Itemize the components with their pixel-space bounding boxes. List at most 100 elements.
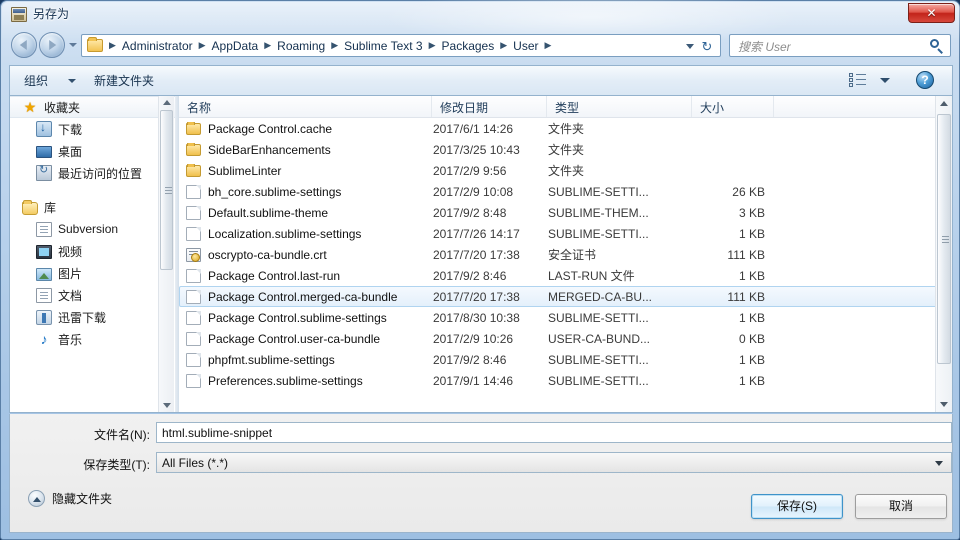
back-button[interactable] [11,32,37,58]
table-row[interactable]: Default.sublime-theme 2017/9/2 8:48 SUBLIM… [179,202,952,223]
cell-date: 2017/2/9 10:08 [433,184,514,199]
column-header-size[interactable]: 大小 [692,96,774,117]
file-name: SublimeLinter [208,163,282,178]
filename-input[interactable]: html.sublime-snippet [156,422,952,443]
table-row[interactable]: Package Control.last-run 2017/9/2 8:46 LAS… [179,265,952,286]
title-bar[interactable]: 另存为 ✕ [1,1,960,29]
table-row[interactable]: oscrypto-ca-bundle.crt 2017/7/20 17:38 安全证… [179,244,952,265]
cell-name: SublimeLinter [180,163,433,178]
video-icon [36,244,52,259]
file-name: Package Control.last-run [208,268,341,283]
star-icon: ★ [23,99,37,115]
breadcrumb-item-roaming[interactable]: Roaming [275,39,327,53]
sidebar-item-7[interactable]: 图片 [10,262,175,284]
scroll-up-icon[interactable] [163,100,171,105]
file-list[interactable]: 名称 修改日期 类型 大小 Package Control.cache 2017/… [179,96,952,412]
cell-date: 2017/3/25 10:43 [433,142,520,157]
desktop-icon [36,145,52,158]
organize-button[interactable]: 组织 [24,72,48,89]
sidebar-scrollbar[interactable] [158,96,174,412]
cell-date: 2017/2/9 10:26 [433,331,514,346]
cancel-button[interactable]: 取消 [855,494,947,519]
history-dropdown-icon[interactable] [69,43,77,47]
scroll-up-icon[interactable] [940,101,948,106]
table-row[interactable]: Package Control.sublime-settings 2017/8/3… [179,307,952,328]
breadcrumb-separator[interactable]: ▶ [195,41,210,50]
column-header-date[interactable]: 修改日期 [432,96,547,117]
cell-type: LAST-RUN 文件 [548,269,635,283]
cell-name: bh_core.sublime-settings [180,184,433,199]
cell-size: 1 KB [738,226,765,241]
sidebar-item-3[interactable]: 最近访问的位置 [10,162,175,184]
cell-date: 2017/2/9 9:56 [433,163,507,178]
table-row[interactable]: Preferences.sublime-settings 2017/9/1 14:… [179,370,952,391]
breadcrumb-separator[interactable]: ▶ [260,41,275,50]
breadcrumb-separator[interactable]: ▶ [425,41,440,50]
cell-date: 2017/9/1 14:46 [433,373,514,388]
file-icon [186,352,201,367]
file-list-scrollbar[interactable] [935,96,952,412]
navigation-sidebar[interactable]: ★ 收藏夹下载桌面最近访问的位置库Subversion 视频图片文档迅雷下载 ♪ 音乐 [10,96,175,412]
address-bar[interactable]: ▶ Administrator ▶ AppData ▶ Roaming ▶ Su… [81,34,721,57]
sidebar-item-2[interactable]: 桌面 [10,140,175,162]
search-box[interactable]: 搜索 User [729,34,951,57]
breadcrumb-separator[interactable]: ▶ [496,41,511,50]
help-icon[interactable]: ? [916,71,934,89]
picture-icon [36,267,52,281]
sidebar-item-8[interactable]: 文档 [10,284,175,306]
table-row[interactable]: SublimeLinter 2017/2/9 9:56 文件夹 [179,160,952,181]
column-header-type[interactable]: 类型 [547,96,692,117]
table-row[interactable]: bh_core.sublime-settings 2017/2/9 10:08 SU… [179,181,952,202]
view-list-icon[interactable] [849,73,866,88]
cell-date: 2017/6/1 14:26 [433,121,514,136]
sidebar-item-label: 桌面 [58,144,83,159]
save-button[interactable]: 保存(S) [751,494,843,519]
file-name: oscrypto-ca-bundle.crt [208,247,327,262]
sidebar-item-1[interactable]: 下载 [10,118,175,140]
save-form: 文件名(N): html.sublime-snippet 保存类型(T): Al… [9,414,953,533]
table-row[interactable]: Package Control.merged-ca-bundle 2017/7/2… [179,286,952,307]
breadcrumb-item-administrator[interactable]: Administrator [120,39,195,53]
cell-date: 2017/7/20 17:38 [433,289,520,304]
table-row[interactable]: Localization.sublime-settings 2017/7/26 1… [179,223,952,244]
table-row[interactable]: phpfmt.sublime-settings 2017/9/2 8:46 SUBL… [179,349,952,370]
new-folder-button[interactable]: 新建文件夹 [94,72,154,89]
cell-type: 文件夹 [548,122,585,136]
library-icon [22,199,38,215]
sidebar-item-0[interactable]: ★ 收藏夹 [10,96,175,118]
address-row: ▶ Administrator ▶ AppData ▶ Roaming ▶ Su… [1,31,960,61]
file-name: bh_core.sublime-settings [208,184,342,199]
sidebar-item-5[interactable]: Subversion [10,218,175,240]
sidebar-item-9[interactable]: 迅雷下载 [10,306,175,328]
breadcrumb-separator[interactable]: ▶ [541,41,556,50]
scroll-down-icon[interactable] [940,402,948,407]
breadcrumb-item-packages[interactable]: Packages [440,39,497,53]
breadcrumb-separator[interactable]: ▶ [327,41,342,50]
savetype-select[interactable]: All Files (*.*) [156,452,952,473]
sidebar-item-6[interactable]: 视频 [10,240,175,262]
file-list-scrollbar-thumb[interactable] [937,114,951,364]
chevron-down-icon[interactable] [935,461,943,466]
refresh-icon[interactable]: ↻ [697,38,717,55]
file-icon [186,331,201,346]
hide-folders-button[interactable]: 隐藏文件夹 [28,490,112,507]
breadcrumb-item-user[interactable]: User [511,39,540,53]
breadcrumb-item-sublime-text-3[interactable]: Sublime Text 3 [342,39,425,53]
sidebar-item-10[interactable]: ♪ 音乐 [10,328,175,350]
table-row[interactable]: SideBarEnhancements 2017/3/25 10:43 文件夹 [179,139,952,160]
sidebar-item-4[interactable]: 库 [10,196,175,218]
forward-button[interactable] [39,32,65,58]
cell-size: 1 KB [738,310,765,325]
view-dropdown-icon[interactable] [880,78,890,83]
breadcrumb-item-appdata[interactable]: AppData [210,39,261,53]
table-row[interactable]: Package Control.cache 2017/6/1 14:26 文件夹 [179,118,952,139]
scroll-down-icon[interactable] [163,403,171,408]
address-dropdown-icon[interactable] [686,44,694,49]
breadcrumb-separator[interactable]: ▶ [105,41,120,50]
column-header-name[interactable]: 名称 [179,96,432,117]
table-row[interactable]: Package Control.user-ca-bundle 2017/2/9 1… [179,328,952,349]
search-input[interactable]: 搜索 User [738,38,791,55]
close-button[interactable]: ✕ [908,3,955,23]
sidebar-scrollbar-thumb[interactable] [160,110,173,270]
chevron-down-icon[interactable] [68,79,76,83]
